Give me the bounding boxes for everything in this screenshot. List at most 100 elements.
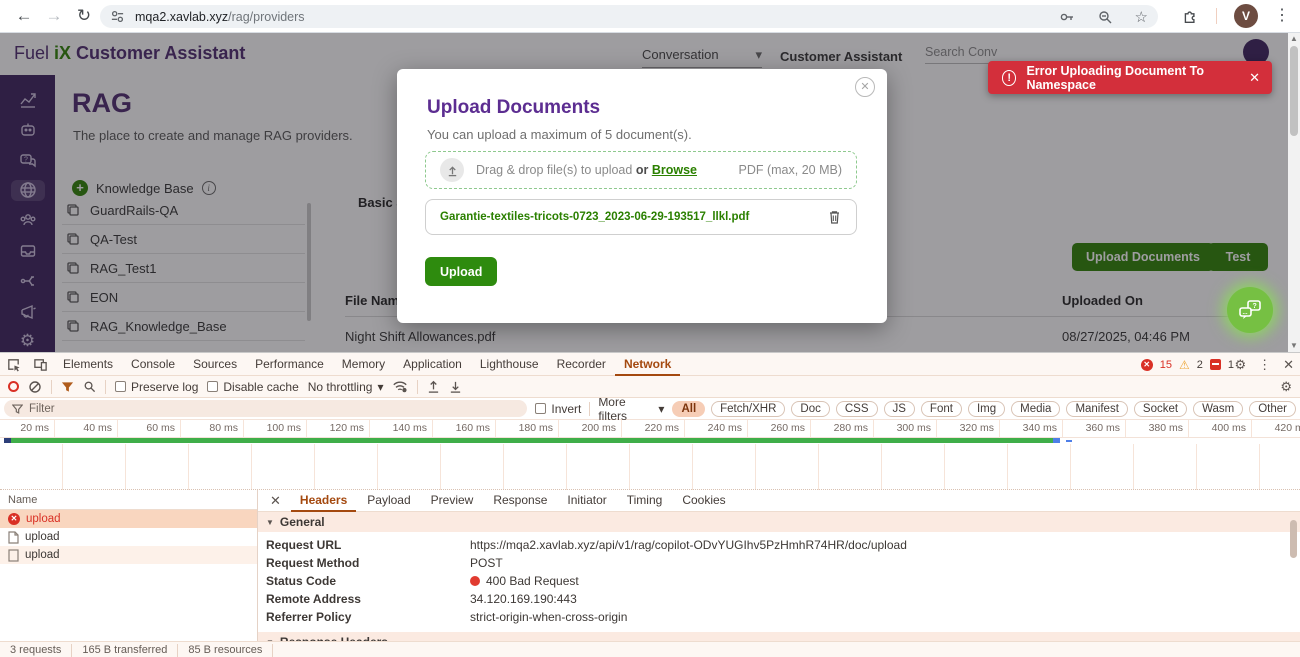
tab-cookies[interactable]: Cookies	[673, 490, 734, 512]
details-close-icon[interactable]: ✕	[262, 493, 289, 509]
reload-icon[interactable]: ↻	[72, 4, 96, 28]
tab-memory[interactable]: Memory	[333, 353, 394, 376]
modal-note: You can upload a maximum of 5 document(s…	[427, 127, 692, 142]
toast-close-icon[interactable]: ✕	[1249, 70, 1260, 86]
forward-icon[interactable]: →	[42, 4, 66, 28]
tab-lighthouse[interactable]: Lighthouse	[471, 353, 548, 376]
filter-icon	[12, 404, 23, 414]
record-network-icon[interactable]	[8, 381, 19, 392]
upload-button[interactable]: Upload	[425, 257, 497, 286]
tab-headers[interactable]: Headers	[291, 490, 356, 512]
chip-wasm[interactable]: Wasm	[1193, 401, 1243, 417]
chevron-down-icon: ▾	[658, 402, 664, 416]
throttling-select[interactable]: No throttling▾	[308, 380, 384, 394]
timeline-filmstrip	[0, 444, 1300, 490]
browser-profile-avatar[interactable]: V	[1234, 4, 1258, 28]
zoom-icon[interactable]	[1097, 9, 1113, 25]
inspect-element-icon[interactable]	[6, 357, 21, 372]
chip-all[interactable]: All	[672, 401, 705, 417]
browser-menu-icon[interactable]: ⋮	[1274, 4, 1290, 28]
error-toast: ! Error Uploading Document To Namespace …	[988, 61, 1272, 94]
devtools-close-icon[interactable]: ✕	[1283, 357, 1294, 373]
request-row-upload[interactable]: upload	[0, 546, 257, 564]
response-headers-section-header[interactable]: ▼ Response Headers	[258, 632, 1300, 641]
tab-recorder[interactable]: Recorder	[548, 353, 615, 376]
tab-payload[interactable]: Payload	[358, 490, 419, 512]
network-conditions-icon[interactable]	[392, 380, 408, 393]
chat-widget-button[interactable]: ? ...	[1227, 287, 1273, 333]
chip-img[interactable]: Img	[968, 401, 1005, 417]
chip-css[interactable]: CSS	[836, 401, 878, 417]
chip-media[interactable]: Media	[1011, 401, 1060, 417]
delete-file-icon[interactable]	[827, 209, 842, 225]
timeline-tick: 320 ms	[937, 420, 1000, 437]
upload-icon	[440, 158, 464, 182]
preserve-log-checkbox[interactable]: Preserve log	[115, 380, 198, 394]
tab-response[interactable]: Response	[484, 490, 556, 512]
tab-application[interactable]: Application	[394, 353, 471, 376]
chip-socket[interactable]: Socket	[1134, 401, 1187, 417]
chip-doc[interactable]: Doc	[791, 401, 829, 417]
clear-network-icon[interactable]	[28, 380, 42, 394]
warnings-count: 2	[1197, 359, 1203, 371]
chip-manifest[interactable]: Manifest	[1066, 401, 1127, 417]
chip-js[interactable]: JS	[884, 401, 915, 417]
filter-funnel-icon[interactable]	[61, 381, 74, 393]
tab-performance[interactable]: Performance	[246, 353, 333, 376]
disclosure-triangle-icon: ▼	[266, 638, 274, 642]
tab-network[interactable]: Network	[615, 353, 680, 376]
disable-cache-checkbox[interactable]: Disable cache	[207, 380, 298, 394]
devtools-menu-icon[interactable]: ⋮	[1258, 357, 1271, 373]
import-har-icon[interactable]	[427, 380, 440, 394]
tab-elements[interactable]: Elements	[54, 353, 122, 376]
request-row-upload-failed[interactable]: ✕ upload	[0, 510, 257, 528]
search-network-icon[interactable]	[83, 380, 96, 393]
console-badges[interactable]: ✕15 ⚠2 1	[1141, 353, 1234, 376]
filter-input[interactable]	[29, 403, 509, 415]
more-filters-button[interactable]: More filters▾	[598, 395, 664, 423]
export-har-icon[interactable]	[449, 380, 462, 394]
chip-fetch-xhr[interactable]: Fetch/XHR	[711, 401, 785, 417]
address-bar[interactable]: mqa2.xavlab.xyz/rag/providers ☆	[100, 5, 1158, 28]
back-icon[interactable]: ←	[12, 4, 36, 28]
chip-font[interactable]: Font	[921, 401, 962, 417]
modal-close-icon[interactable]: ✕	[855, 77, 875, 97]
selected-file-name: Garantie-textiles-tricots-0723_2023-06-2…	[440, 211, 749, 223]
tab-initiator[interactable]: Initiator	[558, 490, 615, 512]
requests-count: 3 requests	[0, 644, 72, 657]
tab-sources[interactable]: Sources	[184, 353, 246, 376]
resources-size: 85 B resources	[178, 644, 273, 657]
password-key-icon[interactable]	[1059, 9, 1075, 25]
browse-link[interactable]: Browse	[652, 163, 697, 177]
extensions-icon[interactable]	[1182, 7, 1199, 29]
timeline-tick: 120 ms	[307, 420, 370, 437]
details-scrollbar[interactable]	[1290, 516, 1299, 636]
header-row-status-code: Status Code 400 Bad Request	[258, 572, 1300, 590]
tab-preview[interactable]: Preview	[422, 490, 483, 512]
overview-end-cap	[1053, 438, 1060, 443]
timeline-tick: 160 ms	[433, 420, 496, 437]
format-hint: PDF (max, 20 MB)	[739, 163, 843, 177]
general-section-header[interactable]: ▼ General	[258, 512, 1300, 532]
tab-console[interactable]: Console	[122, 353, 184, 376]
devtools-settings-gear-icon[interactable]: ⚙	[1234, 357, 1246, 373]
device-toolbar-icon[interactable]	[33, 357, 48, 372]
scroll-down-icon[interactable]: ▼	[1288, 340, 1300, 352]
invert-checkbox[interactable]: Invert	[535, 402, 581, 416]
bookmark-star-icon[interactable]: ☆	[1135, 8, 1148, 26]
site-permissions-icon[interactable]	[110, 9, 125, 24]
requests-pane: Name ✕ upload upload upload	[0, 490, 258, 641]
scrollbar-thumb[interactable]	[1290, 46, 1298, 136]
network-overview-track[interactable]	[0, 438, 1300, 444]
timeline-tick: 40 ms	[55, 420, 118, 437]
devtools-tabbar: Elements Console Sources Performance Mem…	[0, 353, 1300, 376]
chip-other[interactable]: Other	[1249, 401, 1296, 417]
tab-timing[interactable]: Timing	[618, 490, 672, 512]
name-column-header[interactable]: Name	[0, 490, 257, 510]
page-scrollbar[interactable]: ▲ ▼	[1288, 33, 1300, 352]
timeline-tick: 380 ms	[1126, 420, 1189, 437]
file-dropzone[interactable]: Drag & drop file(s) to upload or Browse …	[425, 151, 857, 189]
scroll-up-icon[interactable]: ▲	[1288, 33, 1300, 45]
network-settings-gear-icon[interactable]: ⚙	[1280, 379, 1292, 395]
request-row-upload[interactable]: upload	[0, 528, 257, 546]
